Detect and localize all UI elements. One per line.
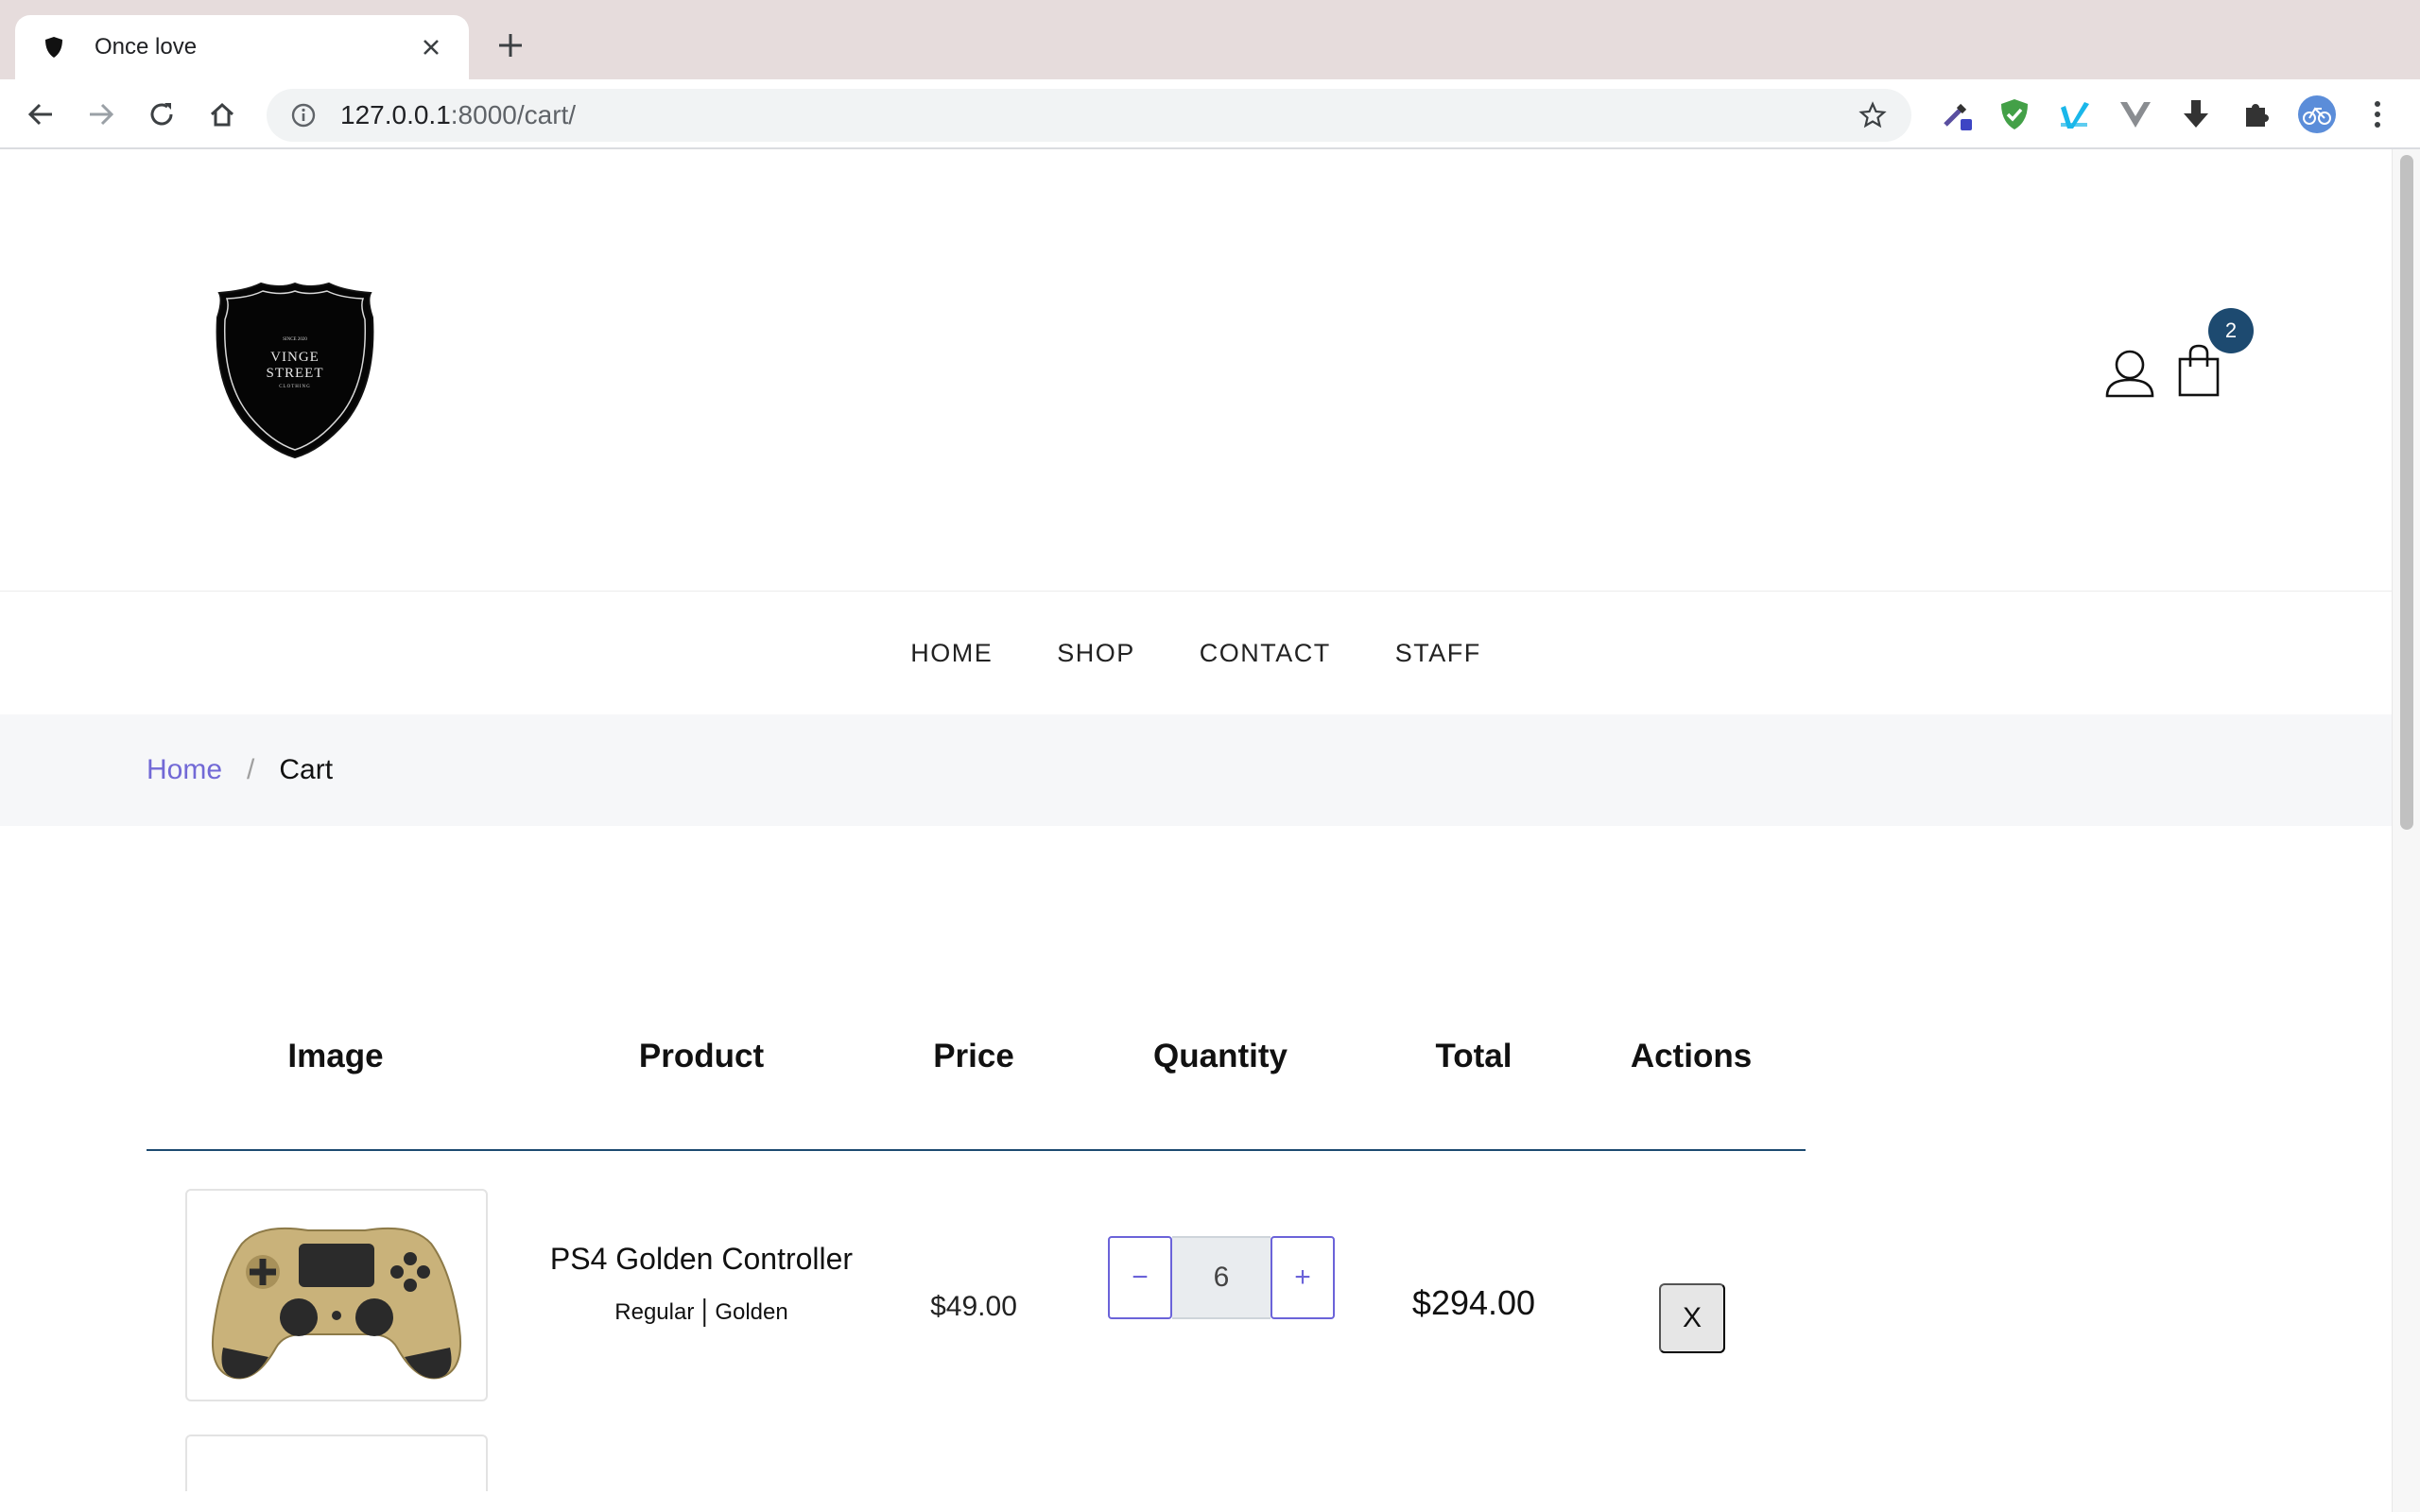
variant-size: Regular [614, 1299, 695, 1325]
quantity-input[interactable]: 6 [1172, 1236, 1270, 1319]
page-viewport: SINCE 2020 VINGE STREET CLOTHING 2 HOME … [0, 149, 2420, 1512]
cart-count-badge: 2 [2208, 308, 2254, 353]
column-header-price: Price [933, 1038, 1014, 1074]
column-header-product: Product [638, 1038, 765, 1074]
quantity-increment-button[interactable]: + [1270, 1236, 1335, 1319]
puzzle-icon[interactable] [2237, 94, 2276, 134]
reload-icon[interactable] [140, 93, 183, 136]
table-row [147, 1435, 1806, 1491]
breadcrumb-separator: / [247, 754, 255, 785]
browser-toolbar: 127.0.0.1:8000/cart/ [0, 79, 2420, 149]
logo-street: STREET [267, 366, 324, 381]
breadcrumb: Home / Cart [0, 714, 2392, 826]
home-icon[interactable] [200, 93, 244, 136]
column-header-quantity: Quantity [1153, 1038, 1288, 1074]
variant-divider [703, 1298, 706, 1327]
vue-icon[interactable] [2116, 94, 2155, 134]
site-header: SINCE 2020 VINGE STREET CLOTHING 2 [0, 149, 2392, 592]
product-image[interactable] [185, 1435, 488, 1491]
eyedropper-icon[interactable] [1936, 94, 1976, 134]
star-icon[interactable] [1857, 99, 1889, 131]
nav-item-staff[interactable]: STAFF [1395, 639, 1481, 668]
column-header-total: Total [1435, 1038, 1512, 1074]
logo-clothing: CLOTHING [279, 385, 311, 389]
tab-title: Once love [95, 34, 198, 60]
nav-item-contact[interactable]: CONTACT [1200, 639, 1331, 668]
breadcrumb-home-link[interactable]: Home [147, 754, 222, 786]
table-row: PS4 Golden Controller Regular Golden $49… [147, 1151, 1806, 1435]
vimeo-icon[interactable] [2055, 94, 2095, 134]
product-price: $49.00 [930, 1291, 1017, 1322]
forward-arrow-icon[interactable] [79, 93, 123, 136]
user-account-icon[interactable] [2104, 348, 2155, 399]
cart-table: Image Product Price Quantity Total Actio… [147, 1000, 1806, 1491]
back-arrow-icon[interactable] [19, 93, 62, 136]
address-bar[interactable]: 127.0.0.1:8000/cart/ [267, 89, 1911, 142]
product-image[interactable] [185, 1189, 488, 1401]
shopping-bag-icon[interactable] [2176, 344, 2221, 397]
nav-item-home[interactable]: HOME [910, 639, 993, 668]
column-header-actions: Actions [1630, 1038, 1753, 1074]
remove-item-button[interactable]: X [1659, 1283, 1725, 1353]
variant-color: Golden [715, 1299, 788, 1325]
info-icon[interactable] [289, 101, 318, 129]
nav-item-shop[interactable]: SHOP [1057, 639, 1135, 668]
page-scrollbar[interactable] [2392, 149, 2420, 1512]
download-icon[interactable] [2176, 94, 2216, 134]
browser-tab-strip: Once love [0, 0, 2420, 79]
url-text[interactable]: 127.0.0.1:8000/cart/ [340, 100, 1857, 130]
site-logo[interactable]: SINCE 2020 VINGE STREET CLOTHING [212, 280, 378, 459]
kebab-menu-icon[interactable] [2358, 94, 2397, 134]
line-total: $294.00 [1411, 1283, 1536, 1322]
plus-icon[interactable] [490, 25, 531, 66]
main-navigation: HOME SHOP CONTACT STAFF [0, 592, 2392, 714]
logo-vinge: VINGE [270, 350, 320, 365]
product-name[interactable]: PS4 Golden Controller [550, 1242, 853, 1277]
close-icon[interactable] [414, 30, 448, 64]
quantity-decrement-button[interactable]: − [1108, 1236, 1172, 1319]
browser-tab[interactable]: Once love [15, 15, 469, 79]
shield-favicon-icon [42, 35, 66, 60]
breadcrumb-current: Cart [279, 754, 334, 785]
scrollbar-thumb[interactable] [2400, 155, 2413, 830]
column-header-image: Image [287, 1038, 384, 1074]
logo-since: SINCE 2020 [283, 337, 307, 342]
profile-avatar-icon[interactable] [2297, 94, 2337, 134]
gamepad-image [212, 1227, 461, 1379]
product-variant: Regular Golden [614, 1298, 788, 1327]
shield-check-icon[interactable] [1995, 94, 2034, 134]
cart-table-header: Image Product Price Quantity Total Actio… [147, 1000, 1806, 1151]
quantity-stepper: − 6 + [1108, 1236, 1335, 1319]
